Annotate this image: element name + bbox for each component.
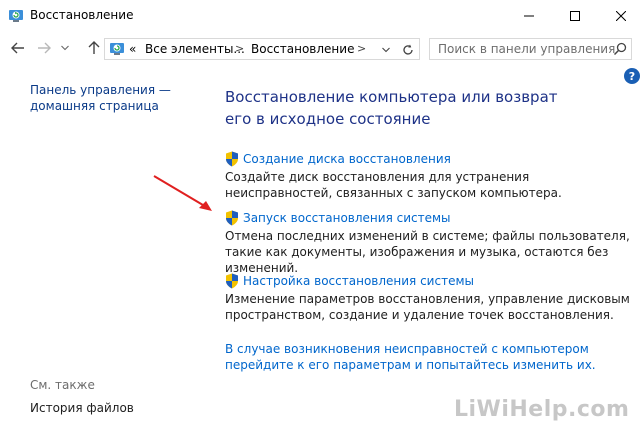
reset-pc-link[interactable]: В случае возникновения неисправностей с …	[225, 341, 625, 373]
uac-shield-icon	[226, 151, 238, 167]
uac-shield-icon	[226, 210, 238, 226]
navigation-bar: « Все элементы... > Восстановление > Пои…	[0, 32, 644, 64]
breadcrumb-separator-icon[interactable]: >	[357, 42, 366, 55]
minimize-icon	[524, 15, 534, 17]
see-also-label: См. также	[30, 378, 95, 392]
recovery-app-icon	[9, 10, 23, 22]
close-icon	[616, 11, 626, 21]
file-history-link[interactable]: История файлов	[30, 401, 134, 415]
breadcrumb-recovery[interactable]: Восстановление	[251, 42, 354, 56]
maximize-icon	[570, 11, 580, 21]
breadcrumb-all-items[interactable]: Все элементы...	[145, 42, 245, 56]
task-configure-system-restore: Настройка восстановления системы Изменен…	[225, 273, 635, 323]
chevron-down-icon	[382, 47, 390, 53]
task-system-restore: Запуск восстановления системы Отмена пос…	[225, 210, 635, 276]
search-placeholder[interactable]: Поиск в панели управления	[438, 42, 615, 56]
back-button[interactable]	[8, 38, 28, 58]
control-panel-home-link[interactable]: Панель управления — домашняя страница	[30, 82, 180, 114]
window-title: Восстановление	[30, 8, 134, 22]
task-link-label[interactable]: Настройка восстановления системы	[243, 274, 474, 288]
uac-shield-icon	[226, 273, 238, 289]
arrow-up-icon	[88, 41, 100, 54]
minimize-button[interactable]	[506, 0, 552, 32]
arrow-right-icon	[38, 42, 51, 54]
breadcrumb-overflow[interactable]: «	[129, 42, 136, 56]
address-bar[interactable]: « Все элементы... > Восстановление >	[104, 38, 420, 60]
recovery-location-icon	[110, 43, 124, 55]
up-button[interactable]	[84, 38, 104, 58]
open-system-restore-link[interactable]: Запуск восстановления системы	[225, 210, 635, 226]
close-button[interactable]	[598, 0, 644, 32]
title-bar: Восстановление	[0, 0, 644, 32]
maximize-button[interactable]	[552, 0, 598, 32]
search-icon[interactable]	[613, 42, 627, 56]
arrow-left-icon	[11, 42, 24, 54]
configure-system-restore-link[interactable]: Настройка восстановления системы	[225, 273, 635, 289]
red-arrow-annotation-icon	[153, 175, 212, 211]
forward-button[interactable]	[34, 38, 54, 58]
help-button[interactable]: ?	[624, 68, 640, 84]
breadcrumb-separator-icon[interactable]: >	[235, 42, 244, 55]
task-create-recovery-drive: Создание диска восстановления Создайте д…	[225, 151, 635, 201]
task-description: Изменение параметров восстановления, упр…	[225, 292, 630, 322]
refresh-button[interactable]	[399, 41, 417, 59]
create-recovery-drive-link[interactable]: Создание диска восстановления	[225, 151, 635, 167]
chevron-down-icon	[61, 45, 69, 51]
watermark: LiWiHelp.com	[454, 397, 630, 422]
task-description: Создайте диск восстановления для устране…	[225, 170, 562, 200]
recent-locations-button[interactable]	[58, 38, 72, 58]
page-title: Восстановление компьютера или возврат ег…	[225, 88, 558, 128]
task-link-label[interactable]: Создание диска восстановления	[243, 152, 451, 166]
task-description: Отмена последних изменений в системе; фа…	[225, 229, 630, 275]
search-box[interactable]: Поиск в панели управления	[429, 38, 632, 60]
address-dropdown-button[interactable]	[379, 43, 393, 57]
task-link-label[interactable]: Запуск восстановления системы	[243, 211, 451, 225]
refresh-icon	[403, 44, 413, 55]
